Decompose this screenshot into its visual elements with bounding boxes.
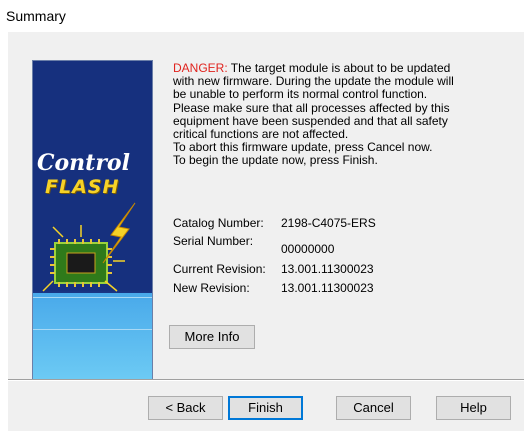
finish-button[interactable]: Finish bbox=[228, 396, 303, 420]
title-bar: Summary bbox=[0, 0, 524, 32]
divider-highlight bbox=[8, 380, 524, 381]
controlflash-banner: Control FLASH bbox=[32, 60, 153, 380]
cancel-button[interactable]: Cancel bbox=[336, 396, 411, 420]
serial-number-label: Serial Number: bbox=[173, 234, 254, 248]
chip-lightning-icon bbox=[42, 202, 136, 292]
message-line: To begin the update now, press Finish. bbox=[173, 153, 378, 168]
message-line-text: The target module is about to be updated bbox=[227, 61, 451, 75]
logo-control-text: Control bbox=[37, 150, 130, 176]
more-info-button[interactable]: More Info bbox=[169, 325, 255, 349]
new-revision-label: New Revision: bbox=[173, 281, 250, 295]
serial-number-value: 00000000 bbox=[281, 242, 335, 256]
message-line: be unable to perform its normal control … bbox=[173, 87, 428, 102]
current-revision-label: Current Revision: bbox=[173, 262, 266, 276]
back-button[interactable]: < Back bbox=[148, 396, 223, 420]
banner-stripe bbox=[33, 329, 152, 330]
catalog-number-label: Catalog Number: bbox=[173, 216, 264, 230]
catalog-number-value: 2198-C4075-ERS bbox=[281, 216, 376, 230]
current-revision-value: 13.001.11300023 bbox=[281, 262, 374, 276]
logo-flash-text: FLASH bbox=[45, 176, 120, 198]
banner-band bbox=[33, 293, 152, 379]
dialog-body: Control FLASH DANGER: The target module … bbox=[8, 32, 524, 431]
window-title: Summary bbox=[6, 8, 66, 24]
new-revision-value: 13.001.11300023 bbox=[281, 281, 374, 295]
danger-label: DANGER: bbox=[173, 61, 228, 75]
help-button[interactable]: Help bbox=[436, 396, 511, 420]
danger-message: DANGER: The target module is about to be… bbox=[173, 61, 493, 168]
message-line: Please make sure that all processes affe… bbox=[173, 100, 450, 115]
